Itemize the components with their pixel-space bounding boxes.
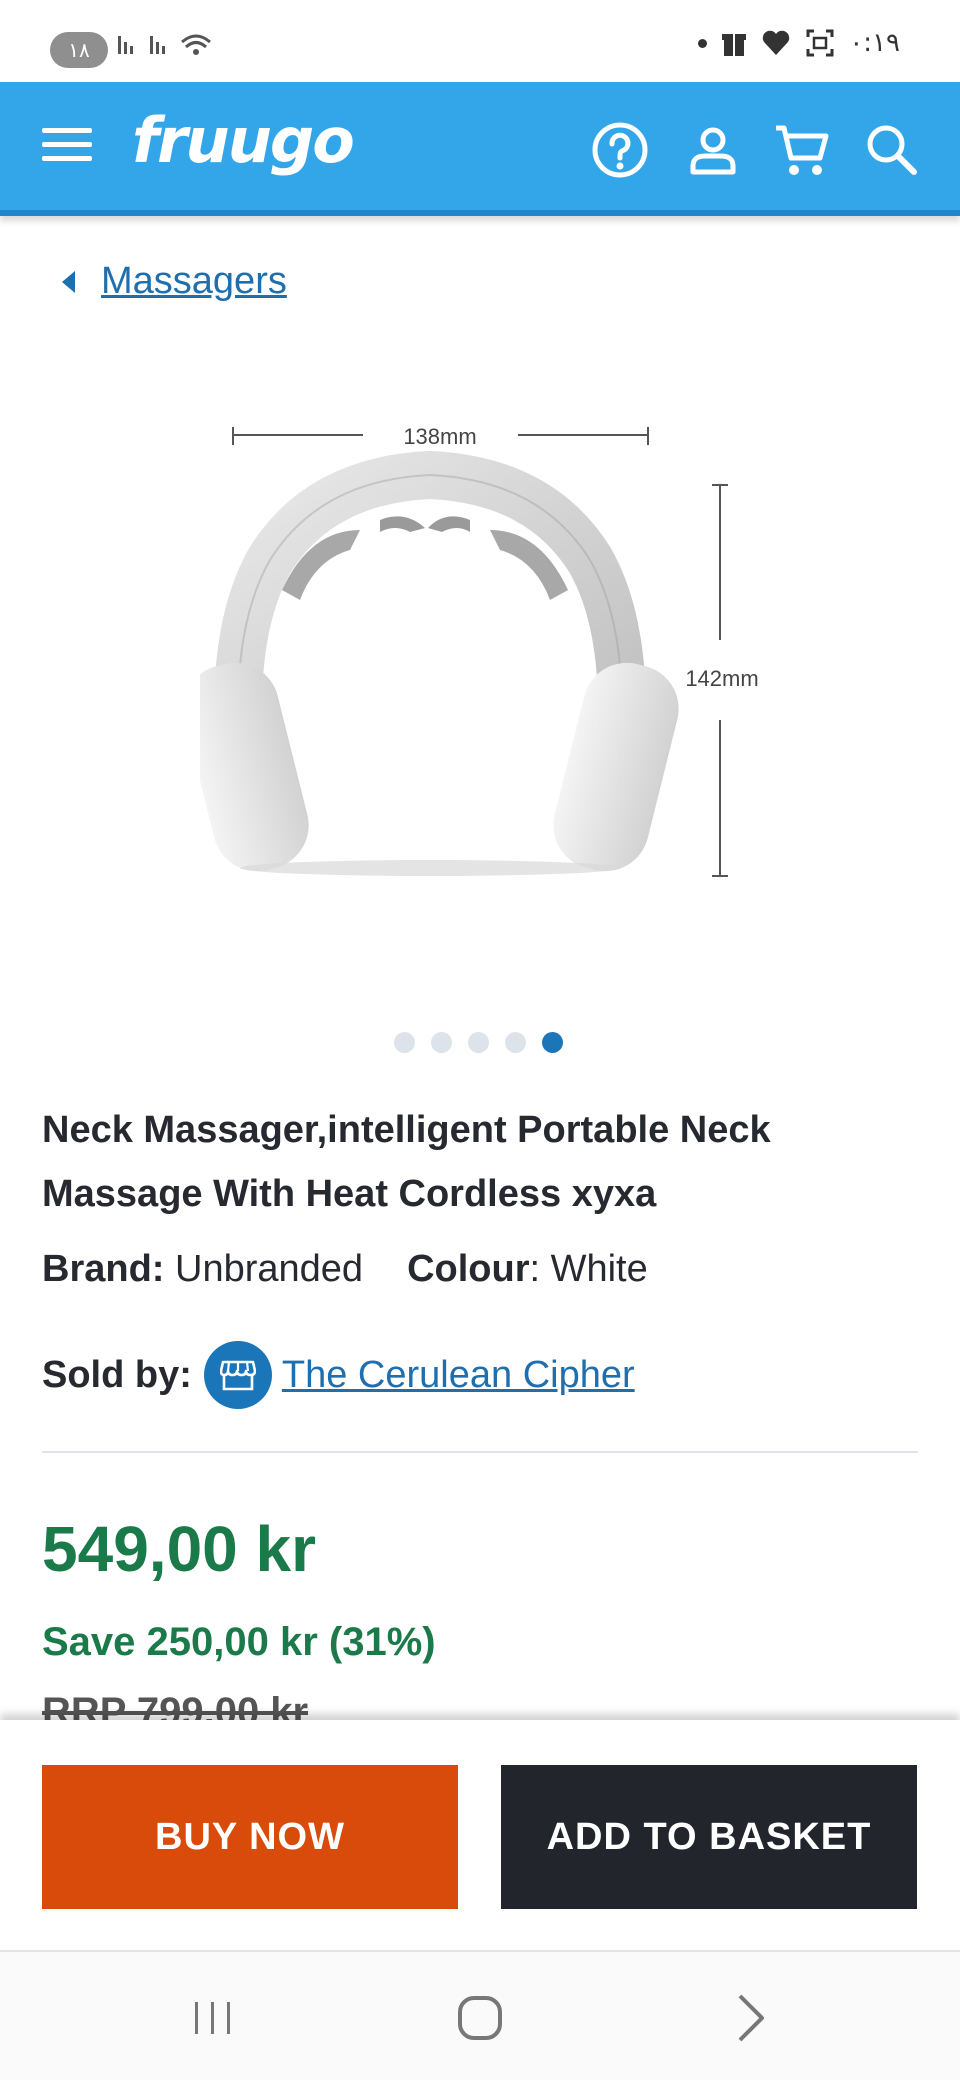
width-dimension-label: 138mm (403, 424, 476, 449)
status-bar: ۱۸ ۰:۱۹ (0, 0, 960, 82)
notification-count-badge: ۱۸ (50, 32, 108, 68)
sticky-action-bar: BUY NOW ADD TO BASKET (0, 1720, 960, 1952)
site-header: fruugo (0, 82, 960, 216)
menu-icon[interactable] (42, 128, 92, 168)
sold-by: Sold by: The Cerulean Cipher (42, 1340, 635, 1410)
colour-label: Colour (407, 1248, 530, 1290)
colour-attribute: Colour: White (407, 1248, 648, 1291)
heart-icon (763, 30, 790, 55)
search-icon[interactable] (862, 120, 922, 180)
help-icon[interactable] (590, 120, 650, 180)
product-attributes: Brand: Unbranded Colour: White (42, 1248, 648, 1291)
product-title: Neck Massager,intelligent Portable Neck … (42, 1109, 771, 1215)
carousel-dot-active[interactable] (542, 1032, 563, 1053)
image-carousel-dots (394, 1032, 563, 1053)
chevron-left-icon (62, 270, 75, 293)
seller-link[interactable]: The Cerulean Cipher (282, 1354, 635, 1397)
carousel-dot[interactable] (505, 1032, 526, 1053)
back-icon[interactable] (720, 1988, 780, 2048)
recent-apps-icon[interactable] (183, 1988, 243, 2048)
signal-icon (118, 34, 211, 55)
account-icon[interactable] (683, 120, 743, 180)
add-to-basket-button[interactable]: ADD TO BASKET (501, 1765, 917, 1909)
store-icon (203, 1341, 272, 1409)
status-right: ۰:۱۹ (698, 28, 900, 58)
brand-attribute: Brand: Unbranded (42, 1248, 363, 1291)
cart-icon[interactable] (772, 120, 832, 180)
signal-wifi-icons (116, 28, 236, 71)
fruugo-logo[interactable]: fruugo (132, 104, 355, 177)
divider (42, 1451, 918, 1453)
screenshot-icon (806, 29, 834, 57)
carousel-dot[interactable] (468, 1032, 489, 1053)
page: ۱۸ ۰:۱۹ fruugo Massagers 138mm 142mm Nec… (0, 0, 960, 2080)
home-icon[interactable] (450, 1988, 510, 2048)
dot-icon (698, 38, 708, 48)
rrp-text: RRP 799,00 kr (42, 1690, 309, 1724)
clock: ۰:۱۹ (849, 28, 900, 58)
savings-text: Save 250,00 kr (31%) (42, 1620, 436, 1664)
product-image[interactable]: 138mm 142mm (200, 400, 780, 900)
breadcrumb[interactable]: Massagers (62, 260, 287, 303)
sold-by-label: Sold by: (42, 1353, 192, 1396)
carousel-dot[interactable] (394, 1032, 415, 1053)
buy-now-button[interactable]: BUY NOW (42, 1765, 458, 1909)
breadcrumb-link-massagers[interactable]: Massagers (101, 260, 287, 303)
height-dimension-label: 142mm (685, 666, 758, 691)
system-nav-bar (0, 1952, 960, 2080)
brand-label: Brand: (42, 1248, 165, 1290)
price: 549,00 kr (42, 1513, 317, 1585)
brand-value: Unbranded (175, 1248, 364, 1290)
gift-icon (722, 34, 747, 56)
colour-value: : White (529, 1248, 648, 1290)
carousel-dot[interactable] (431, 1032, 452, 1053)
